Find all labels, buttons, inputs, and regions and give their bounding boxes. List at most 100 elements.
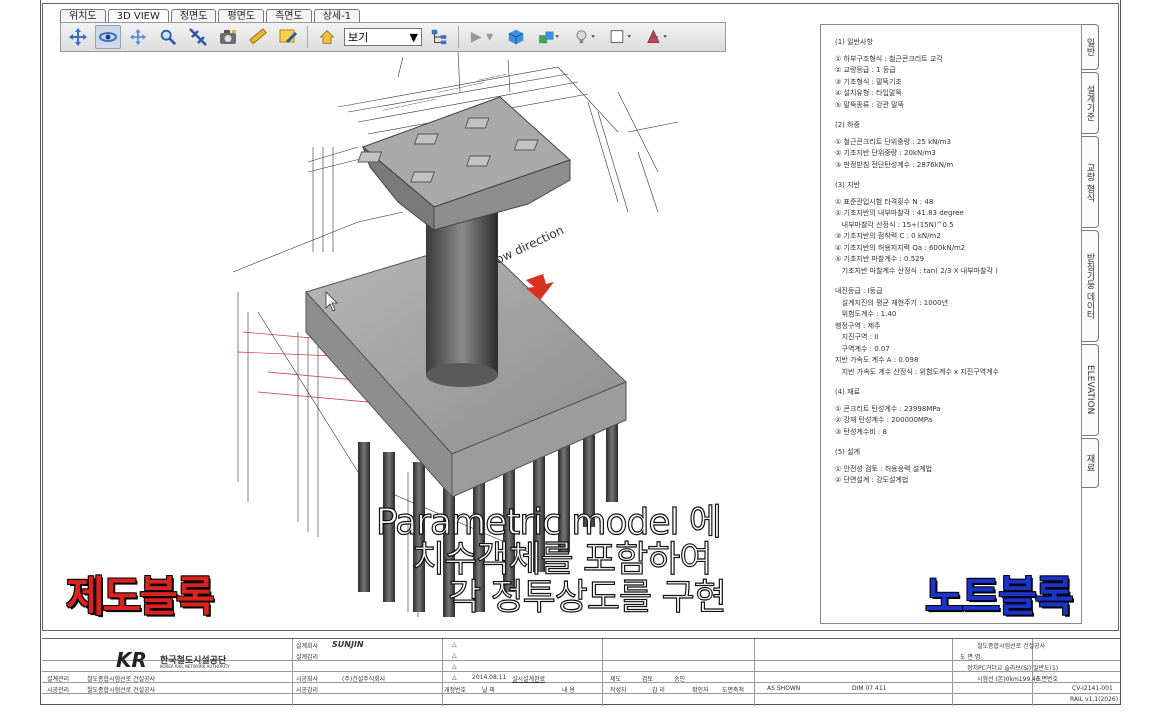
file-code: DIM 07 411 <box>852 685 887 692</box>
tab-3d-view[interactable]: 3D VIEW <box>107 9 169 23</box>
construction-supervision-label: 시공감리 <box>296 687 319 694</box>
design-mgmt-value: 철도종합시험선로 건설공사 <box>87 676 156 683</box>
reviewed-label: 검토 <box>642 676 654 683</box>
scale-label: 도면축척 <box>722 687 745 694</box>
notes-line: ③ 기초지반의 점착력 C : 0 kN/m2 <box>835 232 941 240</box>
side-tab-elevation[interactable]: ELEVATION <box>1082 344 1099 436</box>
background-square-icon[interactable] <box>605 25 637 49</box>
construction-mgmt-label: 시공관리 <box>47 687 70 694</box>
design-supervision-label: 설계감리 <box>296 654 319 661</box>
notes-side-tabs: 일반 설계기준 교량 형식 받침기둥 데이터 ELEVATION 재료 <box>1082 24 1100 490</box>
notes-section-title: (5) 설계 <box>835 448 861 456</box>
view-tabs: 위치도 3D VIEW 정면도 평면도 측면도 상세-1 <box>60 9 361 23</box>
move-cross-icon[interactable] <box>125 25 151 49</box>
revision-triangle-icon: △ <box>452 674 457 681</box>
pan-arrows-icon[interactable] <box>65 25 91 49</box>
notes-line: ⑤ 기초지반 마찰계수 : 0.529 <box>835 255 925 263</box>
construction-firm-name: (주)건설주식회사 <box>342 676 386 683</box>
notes-line: 구역계수 : 0.07 <box>835 344 890 353</box>
notes-line: ① 안전성 검토 : 허용응력 설계법 <box>835 464 933 473</box>
design-firm-label: 설계회사 <box>296 643 319 650</box>
fly-plane-icon[interactable] <box>185 25 211 49</box>
scale-value: AS SHOWN <box>767 685 801 692</box>
chevron-down-icon: ▼ <box>409 30 418 44</box>
notes-line: 설계지진의 평균 재현주기 : 1000년 <box>835 298 949 307</box>
revision-triangle-icon: △ <box>452 652 457 659</box>
notes-section-ground: (3) 지반 ① 표준관입시험 타격횟수 N : 48 ② 기초지반의 내부마찰… <box>835 180 1081 277</box>
view-select[interactable]: 보기 ▼ <box>344 28 422 46</box>
rotate-arrows-icon[interactable] <box>95 25 121 49</box>
pier-coping <box>357 96 571 232</box>
drawing-title-label: 도 면 명 <box>960 654 981 661</box>
notes-line: 위험도계수 : 1.40 <box>835 310 897 318</box>
notes-line: ① 콘크리트 탄성계수 : 23998MPa <box>835 404 941 413</box>
notes-section-general: (1) 일반사항 ① 하부구조형식 : 철근콘크리트 교각 ② 교량등급 : 1… <box>835 37 1081 111</box>
notes-section-design: (5) 설계 ① 안전성 검토 : 허용응력 설계법 ② 단면설계 : 강도설계… <box>835 447 1081 487</box>
svg-text:—————————: ————————— <box>382 96 436 114</box>
tree-structure-icon[interactable] <box>426 25 452 49</box>
notes-line: ① 하부구조형식 : 철근콘크리트 교각 <box>835 54 943 63</box>
drawing-no: CV-I2141-001 <box>1072 685 1113 692</box>
approved-label: 승인 <box>674 676 686 683</box>
author-label: 작성자 <box>610 687 627 694</box>
cube-icon[interactable] <box>503 25 529 49</box>
notes-panel: (1) 일반사항 ① 하부구조형식 : 철근콘크리트 교각 ② 교량등급 : 1… <box>820 24 1082 624</box>
side-tab-design-criteria[interactable]: 설계기준 <box>1082 72 1099 134</box>
project-title-3: 시험선 (본)0km199.40 <box>977 676 1040 683</box>
notes-line: ② 교량등급 : 1 등급 <box>835 66 896 74</box>
drawing-no-label: 도면번호 <box>1036 676 1059 683</box>
side-tab-general[interactable]: 일반 <box>1082 24 1099 70</box>
revision-header-content: 내 용 <box>562 687 575 694</box>
camera-icon[interactable] <box>215 25 241 49</box>
note-block-label: 노트블록 <box>925 572 1074 621</box>
notes-section-title: (3) 지반 <box>835 181 861 189</box>
notes-section-materials: (4) 재료 ① 콘크리트 탄성계수 : 23998MPa ② 강재 탄성계수 … <box>835 387 1081 438</box>
tab-location[interactable]: 위치도 <box>60 9 106 23</box>
light-bulb-icon[interactable] <box>569 25 601 49</box>
tab-side-view[interactable]: 측면도 <box>266 9 312 23</box>
revision-triangle-icon: △ <box>452 663 457 670</box>
drawn-label: 제도 <box>610 676 622 683</box>
notes-line: ② 기초지반 단위중량 : 20kN/m3 <box>835 149 936 157</box>
notes-line: 지반 가속도 계수 A : 0.098 <box>835 356 919 364</box>
measure-ruler-icon[interactable] <box>245 25 271 49</box>
multi-cube-icon[interactable] <box>533 25 565 49</box>
notes-line: ③ 기초형식 : 말뚝기초 <box>835 77 902 86</box>
checker-label: 확인자 <box>692 687 709 694</box>
notes-line: ③ 탄성계수비 : 8 <box>835 427 887 436</box>
notes-section-title: (2) 하중 <box>835 121 861 129</box>
construction-mgmt-value: 철도종합시험선로 건설공사 <box>87 687 156 694</box>
revision-header-date: 날 짜 <box>482 687 495 694</box>
notes-line: ④ 기초지반의 허용지지력 Qa : 600kN/m2 <box>835 243 966 252</box>
notes-section-seismic: 내진등급 : I등급 설계지진의 평균 재현주기 : 1000년 위험도계수 :… <box>835 286 1081 378</box>
toolbar-separator <box>307 26 308 48</box>
toolbar-separator <box>458 26 459 48</box>
revision-triangle-icon: △ <box>452 641 457 648</box>
tab-front-view[interactable]: 정면도 <box>170 9 217 23</box>
section-plane-icon[interactable] <box>641 25 673 49</box>
project-title-2: 정치PC거더교 슬라브(SI) 일반도(1) <box>967 665 1059 672</box>
zoom-magnifier-icon[interactable] <box>155 25 181 49</box>
side-tab-bridge-type[interactable]: 교량 형식 <box>1082 136 1099 228</box>
notes-section-title: (4) 재료 <box>835 388 861 396</box>
notes-line: ② 단면설계 : 강도설계법 <box>835 476 909 484</box>
play-icon[interactable]: ▶ ▾ <box>465 25 499 49</box>
notes-line: ① 표준관입시험 타격횟수 N : 48 <box>835 197 934 206</box>
home-icon[interactable] <box>314 25 340 49</box>
note-pencil-icon[interactable] <box>275 25 301 49</box>
side-tab-bearing-data[interactable]: 받침기둥 데이터 <box>1082 230 1099 342</box>
tab-plan-view[interactable]: 평면도 <box>218 9 265 23</box>
title-block: KR 한국철도시설공단 KOREA RAIL NETWORK AUTHORITY… <box>42 638 1120 706</box>
flow-direction-label: ow direction <box>493 223 566 267</box>
side-tab-materials[interactable]: 재료 <box>1082 438 1099 488</box>
notes-line: ④ 설치유형 : 타입말뚝 <box>835 89 902 97</box>
view-select-value: 보기 <box>348 31 369 44</box>
tab-detail-1[interactable]: 상세-1 <box>313 9 361 23</box>
supervisor-label: 감 리 <box>652 687 665 694</box>
notes-line: 지반 가속도 계수 산정식 : 위험도계수 x 지진구역계수 <box>835 367 999 376</box>
revision-note: 실시설계완료 <box>512 676 546 683</box>
notes-line: 행정구역 : 제주 <box>835 321 881 330</box>
notes-line: 내부마찰각 산정식 : 15+(15N)^0.5 <box>835 220 954 229</box>
notes-line: ⑤ 말뚝종류 : 강관 말뚝 <box>835 100 905 109</box>
kr-logo-icon: KR <box>116 649 147 671</box>
